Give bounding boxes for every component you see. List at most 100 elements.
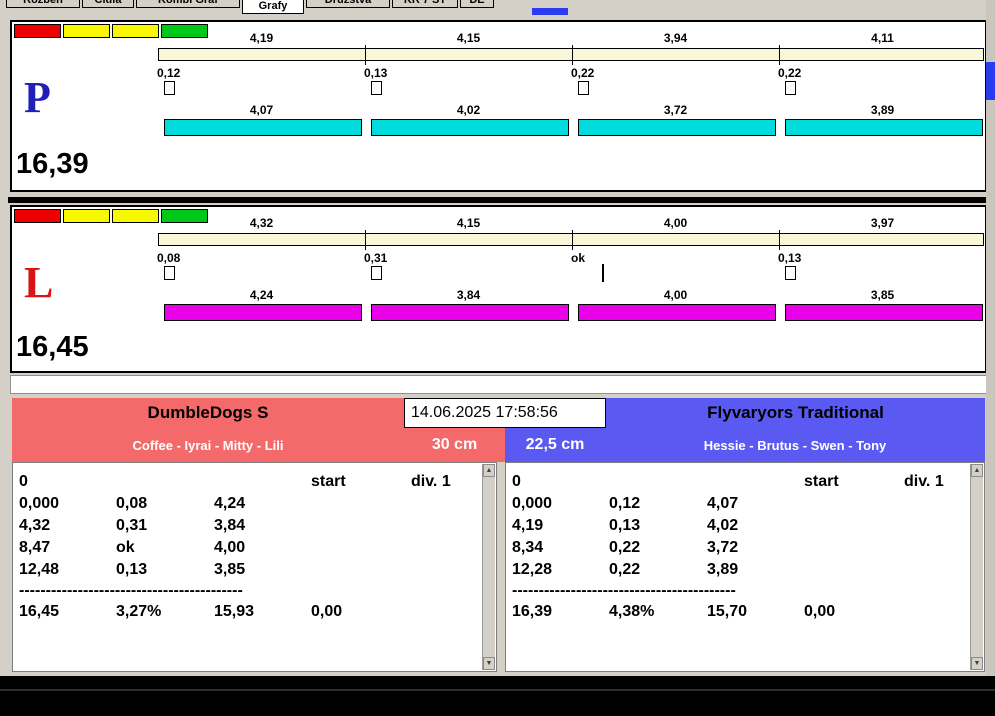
cell: 0,00 [311,601,411,623]
bottom-bar [0,676,995,716]
scroll-up-icon[interactable]: ▲ [483,464,495,477]
cell: 16,45 [19,601,116,623]
scale-value: 4,19 [158,31,365,45]
table-separator-row: ----------------------------------------… [512,581,968,601]
split-value: 4,00 [572,288,779,302]
change-marker-box [371,266,382,280]
change-marker-box [785,81,796,95]
right-scroll-strip[interactable] [986,0,995,676]
cell: ok [116,537,214,559]
tab-kombi-graf[interactable]: Kombi Graf [136,0,240,8]
left-team-header: DumbleDogs S [12,398,404,428]
cell: 3,84 [214,515,311,537]
scale-value: 4,11 [779,31,986,45]
split-value: 4,02 [365,103,572,117]
cell: start [804,471,904,493]
tab-rozbeh[interactable]: Rozběh [6,0,80,8]
change-marker-box [164,81,175,95]
tab-grafy[interactable]: Grafy [242,0,304,14]
split-bar [785,304,983,321]
table-header-row: 0 start div. 1 [19,471,480,493]
split-bar [371,304,569,321]
table-separator-row: ----------------------------------------… [19,581,480,601]
scale-value: 4,15 [365,31,572,45]
cell: 4,38% [609,601,707,623]
scroll-up-icon[interactable]: ▲ [971,464,983,477]
right-run-rows: 0 start div. 1 0,000 0,12 4,07 4,19 0,13… [512,471,968,623]
cell: 0,000 [512,493,609,515]
split-bar [371,119,569,136]
table-row: 8,47 ok 4,00 [19,537,480,559]
right-table-scrollbar[interactable]: ▲ ▼ [970,464,983,670]
scroll-down-icon[interactable]: ▼ [483,657,495,670]
app-screen: Rozběh Čidla Kombi Graf Grafy Družstva K… [0,0,995,716]
tab-cidla[interactable]: Čidla [82,0,134,8]
cell: div. 1 [904,471,968,493]
table-header-row: 0 start div. 1 [512,471,968,493]
scale-value: 3,94 [572,31,779,45]
cell: 0,08 [116,493,214,515]
empty-strip [10,375,987,394]
change-value: 0,13 [364,66,434,80]
scale-value: 4,00 [572,216,779,230]
split-bar [785,119,983,136]
cell: 3,27% [116,601,214,623]
cell: 0,000 [19,493,116,515]
table-total-row: 16,39 4,38% 15,70 0,00 [512,601,968,623]
cell: 4,00 [214,537,311,559]
cell: start [311,471,411,493]
cell: div. 1 [411,471,480,493]
left-run-table: 0 start div. 1 0,000 0,08 4,24 4,32 0,31… [12,462,497,672]
cell: 0,12 [609,493,707,515]
cell: 4,07 [707,493,804,515]
table-row: 0,000 0,12 4,07 [512,493,968,515]
lane-total-time: 16,39 [16,148,89,181]
tab-kr7st[interactable]: KR 7 ST [392,0,458,8]
cell: 8,34 [512,537,609,559]
scroll-down-icon[interactable]: ▼ [971,657,983,670]
change-value: ok [571,251,641,265]
cell: 8,47 [19,537,116,559]
cell: 0 [512,471,609,493]
tab-de[interactable]: DE [460,0,494,8]
table-row: 12,28 0,22 3,89 [512,559,968,581]
start-light-yellow-icon [63,209,110,223]
left-team-subheader: Coffee - Iyrai - Mitty - Lili 30 cm [12,428,505,462]
cell: 0,00 [804,601,904,623]
cell: 12,48 [19,559,116,581]
cell: 0,31 [116,515,214,537]
right-team-subheader: 22,5 cm Hessie - Brutus - Swen - Tony [505,428,985,462]
scale-value: 4,32 [158,216,365,230]
split-value: 4,07 [158,103,365,117]
lane-panel-left: 4,32 4,15 4,00 3,97 0,08 0,31 ok 0,13 4,… [10,205,987,373]
lane-panel-right: 4,19 4,15 3,94 4,11 0,12 0,13 0,22 0,22 … [10,20,987,192]
change-marker-tick [602,264,604,282]
lane-total-time: 16,45 [16,331,89,364]
right-team-dogs: Hessie - Brutus - Swen - Tony [605,438,985,453]
cell [904,601,968,623]
tab-druzstva[interactable]: Družstva [306,0,390,8]
cell: 16,39 [512,601,609,623]
change-value: 0,31 [364,251,434,265]
cell: 4,02 [707,515,804,537]
cell [411,601,480,623]
left-table-scrollbar[interactable]: ▲ ▼ [482,464,495,670]
split-value: 4,24 [158,288,365,302]
separator-dashes: ----------------------------------------… [512,581,804,601]
right-team-header: Flyvaryors Traditional [606,398,985,428]
cell: 0,22 [609,537,707,559]
cell: 3,85 [214,559,311,581]
change-value: 0,22 [778,66,848,80]
cell: 0,22 [609,559,707,581]
lane-label: L [24,261,53,305]
cell [609,471,707,493]
left-jump-height: 30 cm [404,436,505,454]
change-marker-box [371,81,382,95]
cell [116,471,214,493]
left-team-name: DumbleDogs S [148,403,269,423]
cell [707,471,804,493]
split-value: 3,72 [572,103,779,117]
cell: 15,70 [707,601,804,623]
table-row: 4,32 0,31 3,84 [19,515,480,537]
table-total-row: 16,45 3,27% 15,93 0,00 [19,601,480,623]
